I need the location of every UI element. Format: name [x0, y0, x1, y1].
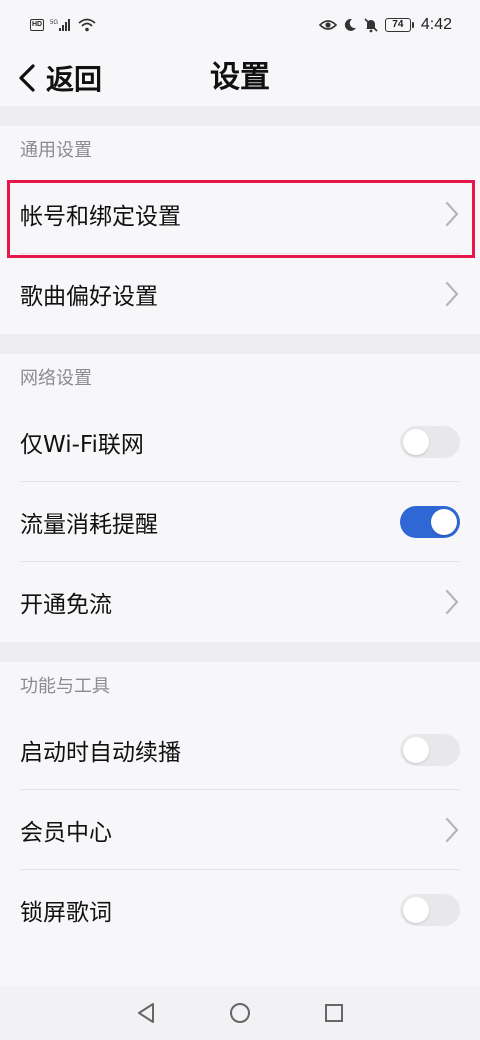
row-wifi-only[interactable]: 仅Wi-Fi联网 [0, 402, 480, 482]
row-label: 帐号和绑定设置 [20, 204, 181, 230]
chevron-left-icon [19, 64, 35, 92]
back-triangle-icon[interactable] [135, 1002, 157, 1024]
nav-bar: 返回 设置 [0, 50, 480, 106]
wifi-only-toggle[interactable] [400, 426, 460, 458]
chevron-right-icon [445, 589, 459, 615]
status-bar: HD 5G 74 4:42 [0, 0, 480, 50]
chevron-right-icon [445, 281, 459, 307]
row-label: 歌曲偏好设置 [20, 284, 158, 310]
toggle-knob [403, 737, 429, 763]
lockscreen-lyrics-toggle[interactable] [400, 894, 460, 926]
row-label: 启动时自动续播 [20, 740, 181, 766]
auto-resume-toggle[interactable] [400, 734, 460, 766]
signal-icon: 5G [50, 19, 70, 31]
row-label: 流量消耗提醒 [20, 512, 158, 538]
row-lockscreen-lyrics[interactable]: 锁屏歌词 [0, 870, 480, 950]
row-label: 锁屏歌词 [20, 900, 112, 926]
clock: 4:42 [420, 16, 452, 33]
toggle-knob [403, 429, 429, 455]
row-song-preference[interactable]: 歌曲偏好设置 [0, 254, 480, 334]
row-label: 仅Wi-Fi联网 [20, 432, 144, 458]
settings-list: 通用设置 帐号和绑定设置 歌曲偏好设置 网络设置 仅Wi-Fi联网 流量消耗提醒… [0, 106, 480, 950]
chevron-right-icon [445, 817, 459, 843]
section-gap [0, 642, 480, 662]
wifi-icon [78, 18, 96, 32]
system-nav-bar [0, 986, 480, 1040]
section-gap [0, 334, 480, 354]
row-vip-center[interactable]: 会员中心 [0, 790, 480, 870]
section-header-general: 通用设置 [0, 126, 480, 174]
hd-icon: HD [30, 19, 44, 31]
battery-icon: 74 [384, 18, 414, 32]
row-free-data[interactable]: 开通免流 [0, 562, 480, 642]
toggle-knob [403, 897, 429, 923]
recents-square-icon[interactable] [323, 1002, 345, 1024]
home-circle-icon[interactable] [229, 1002, 251, 1024]
row-auto-resume[interactable]: 启动时自动续播 [0, 710, 480, 790]
mute-bell-icon [364, 18, 378, 33]
back-label: 返回 [46, 63, 103, 96]
chevron-right-icon [445, 201, 459, 227]
data-usage-alert-toggle[interactable] [400, 506, 460, 538]
row-account-binding[interactable]: 帐号和绑定设置 [0, 174, 480, 254]
row-label: 开通免流 [20, 592, 112, 618]
moon-icon [344, 18, 356, 31]
section-header-network: 网络设置 [0, 354, 480, 402]
back-button[interactable]: 返回 [18, 58, 102, 98]
network-type: 5G [50, 20, 58, 26]
row-label: 会员中心 [20, 820, 112, 846]
toggle-knob [431, 509, 457, 535]
section-header-tools: 功能与工具 [0, 662, 480, 710]
section-gap [0, 106, 480, 126]
row-data-usage-alert[interactable]: 流量消耗提醒 [0, 482, 480, 562]
eye-icon [318, 20, 337, 30]
